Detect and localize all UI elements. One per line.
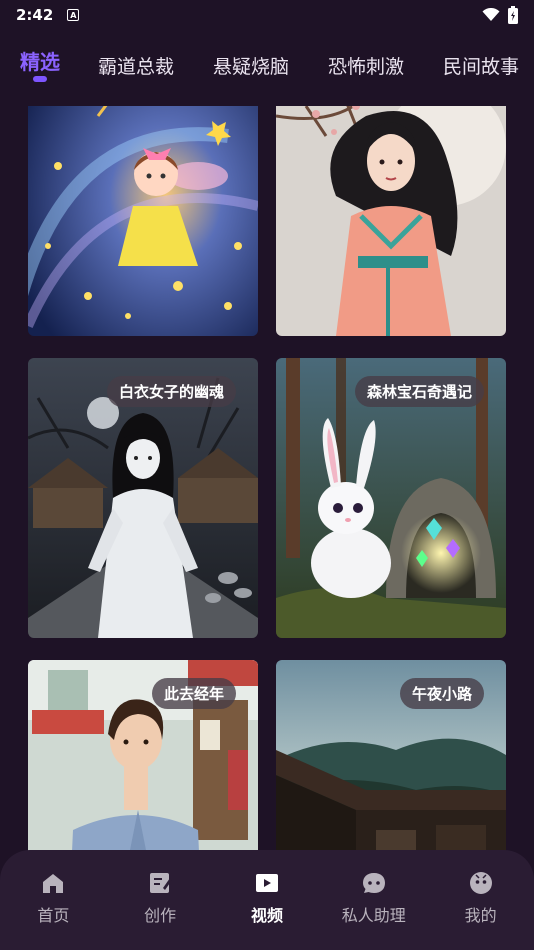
nav-label: 首页	[37, 906, 70, 925]
home-icon	[43, 874, 64, 893]
tab-ceo[interactable]: 霸道总裁	[98, 42, 174, 79]
nav-profile[interactable]: 我的	[433, 870, 529, 926]
video-card[interactable]: 森林宝石奇遇记	[276, 358, 506, 638]
video-grid: 白衣女子的幽魂 森林宝石奇遇记 此去经年 午夜小路	[28, 106, 508, 851]
card-title: 森林宝石奇遇记	[354, 376, 484, 407]
battery-icon	[508, 6, 518, 24]
card-thumbnail	[276, 106, 506, 336]
tab-label: 悬疑烧脑	[213, 56, 290, 78]
card-title: 白衣女子的幽魂	[106, 376, 236, 407]
profile-icon	[469, 872, 492, 894]
nav-assistant[interactable]: 私人助理	[326, 870, 422, 926]
card-thumbnail	[28, 106, 258, 336]
tab-label: 霸道总裁	[98, 56, 175, 78]
status-time: 2:42	[16, 6, 54, 24]
nav-create[interactable]: 创作	[112, 870, 208, 926]
tab-active-indicator	[33, 76, 47, 82]
nav-label: 创作	[144, 906, 177, 925]
nav-home[interactable]: 首页	[5, 870, 101, 926]
card-title: 此去经年	[151, 678, 236, 709]
video-card[interactable]: 白衣女子的幽魂	[28, 358, 258, 638]
tab-horror[interactable]: 恐怖刺激	[328, 42, 404, 79]
tab-folk[interactable]: 民间故事	[443, 42, 519, 79]
tab-mystery[interactable]: 悬疑烧脑	[213, 42, 289, 79]
tab-label: 恐怖刺激	[328, 56, 405, 78]
video-icon	[255, 874, 278, 892]
nav-video[interactable]: 视频	[219, 870, 315, 926]
bottom-nav: 首页 创作 视频 私人助理 我的	[0, 850, 534, 950]
category-tabs: 精选 霸道总裁 悬疑烧脑 恐怖刺激 民间故事	[0, 42, 534, 88]
nav-label: 我的	[464, 906, 497, 925]
video-card[interactable]	[28, 106, 258, 336]
wifi-icon	[482, 8, 500, 21]
video-card[interactable]: 午夜小路	[276, 660, 506, 851]
status-bar: 2:42 A	[0, 0, 534, 30]
tab-featured[interactable]: 精选	[20, 42, 60, 82]
status-icons	[482, 6, 518, 24]
notification-icon: A	[67, 9, 80, 21]
edit-icon	[150, 873, 173, 893]
chat-icon	[362, 873, 385, 893]
nav-label: 私人助理	[341, 906, 406, 925]
nav-label: 视频	[250, 906, 283, 925]
tab-label: 民间故事	[443, 56, 520, 78]
video-card[interactable]	[276, 106, 506, 336]
video-card[interactable]: 此去经年	[28, 660, 258, 851]
card-title: 午夜小路	[399, 678, 484, 709]
tab-label: 精选	[20, 50, 60, 74]
